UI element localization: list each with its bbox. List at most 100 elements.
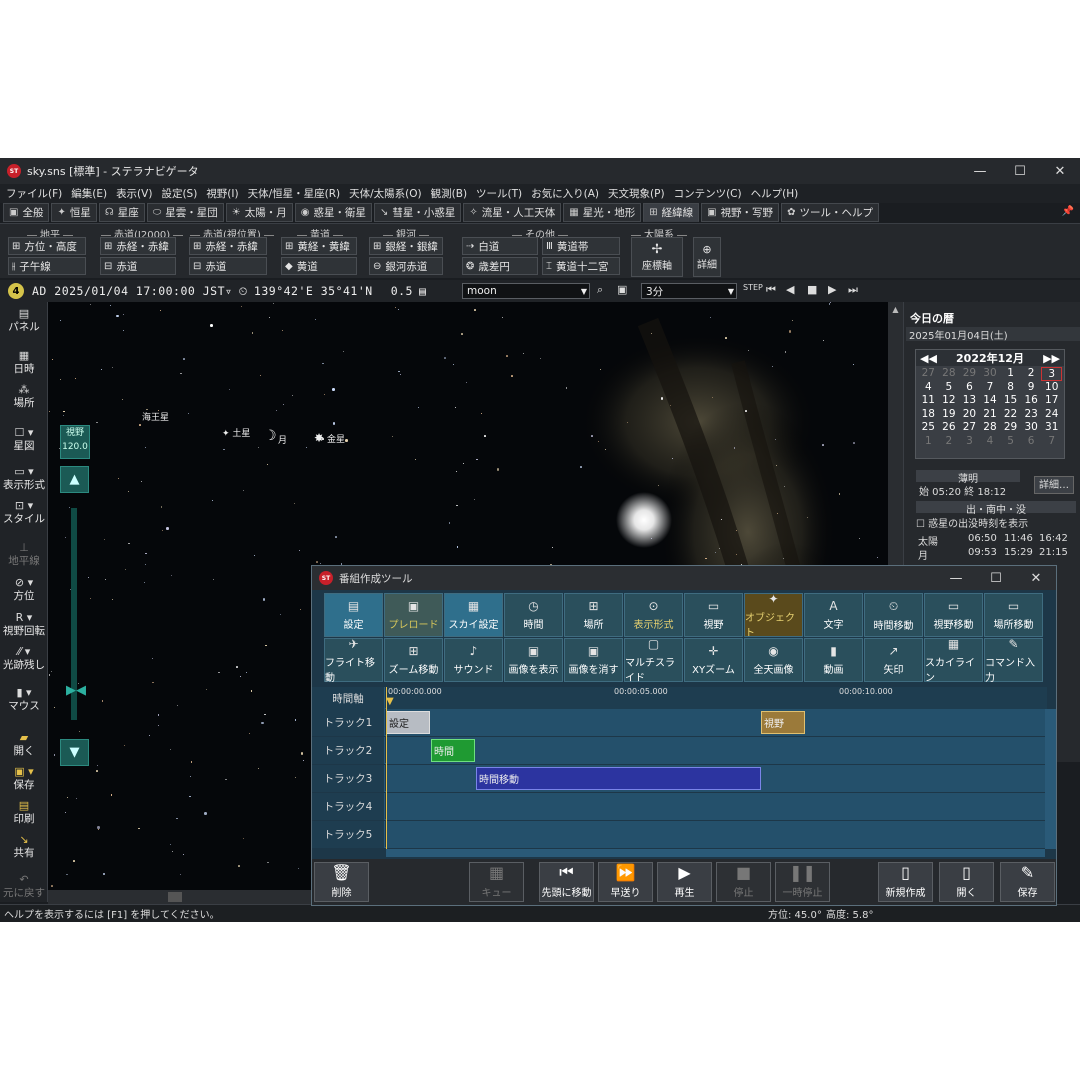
star-chart-button[interactable]: ☐ ▾ 星図 [0, 427, 48, 453]
calendar-day[interactable]: 4 [918, 381, 939, 395]
menu-tools[interactable]: ツール(T) [476, 186, 522, 201]
calendar-day[interactable]: 18 [918, 408, 939, 422]
calendar-day[interactable]: 21 [980, 408, 1001, 422]
calendar-day[interactable]: 28 [980, 421, 1001, 435]
palette-display-format-button[interactable]: ⊙ 表示形式 [624, 593, 683, 637]
palette-video-button[interactable]: ▮ 動画 [804, 638, 863, 682]
fov-rotate-button[interactable]: R ▾ 視野回転 [0, 612, 48, 638]
save-button[interactable]: ▣ ▾ 保存 [0, 766, 48, 792]
track-lane[interactable]: 設定 視野 [386, 709, 1047, 736]
clock-icon[interactable]: ⏲ [238, 284, 247, 299]
palette-skyline-button[interactable]: ▦ スカイライン [924, 637, 983, 684]
calendar-day[interactable]: 13 [959, 394, 980, 408]
white-way-button[interactable]: ⇢ 白道 [462, 237, 538, 255]
style-button[interactable]: ⊡ ▾ スタイル [0, 500, 48, 526]
palette-location-button[interactable]: ⊞ 場所 [564, 593, 623, 637]
palette-preload-button[interactable]: ▣ プレロード [384, 593, 443, 637]
ra-dec-apparent-button[interactable]: ⊞ 赤経・赤緯 [189, 237, 267, 255]
calendar-day[interactable]: 17 [1041, 394, 1062, 408]
calendar-day[interactable]: 5 [939, 381, 960, 395]
tab-constellations[interactable]: ☊ 星座 [98, 203, 145, 222]
calendar-day[interactable]: 29 [1000, 421, 1021, 435]
calendar-day[interactable]: 27 [918, 367, 939, 381]
fov-slider-thumb[interactable]: ▶◀ [58, 682, 94, 698]
calendar-day[interactable]: 4 [980, 435, 1001, 449]
timeline-vertical-scrollbar[interactable] [1045, 709, 1056, 849]
calendar-day[interactable]: 1 [918, 435, 939, 449]
display-format-button[interactable]: ▭ ▾ 表示形式 [0, 466, 48, 492]
calendar-day[interactable]: 14 [980, 394, 1001, 408]
menu-observe[interactable]: 観測(B) [431, 186, 467, 201]
fov-block[interactable]: 視野 [761, 711, 805, 734]
tab-planets[interactable]: ◉ 惑星・衛星 [294, 203, 372, 222]
save-button[interactable]: ✎ 保存 [1000, 862, 1055, 902]
calendar-day[interactable]: 31 [1041, 421, 1062, 435]
dialog-minimize-button[interactable]: — [936, 566, 976, 590]
calendar-day[interactable]: 9 [1021, 381, 1042, 395]
step-select[interactable]: 3分 ▼ [641, 283, 737, 299]
calendar-day[interactable]: 1 [1000, 367, 1021, 381]
palette-sky-settings-button[interactable]: ▦ スカイ設定 [444, 593, 503, 637]
calendar-day[interactable]: 30 [1021, 421, 1042, 435]
cue-button[interactable]: ▦ キュー [469, 862, 524, 902]
precession-circle-button[interactable]: ❂ 歳差円 [462, 257, 538, 275]
zoom-out-button[interactable]: ▼ [60, 739, 89, 766]
fast-forward-button[interactable]: ⏩ 早送り [598, 862, 653, 902]
settings-block[interactable]: 設定 [386, 711, 430, 734]
datetime-button[interactable]: ▦ 日時 [0, 350, 48, 376]
calendar-day[interactable]: 27 [959, 421, 980, 435]
calendar-day[interactable]: 6 [1021, 435, 1042, 449]
tab-field-of-view[interactable]: ▣ 視野・写野 [701, 203, 780, 222]
calendar-day[interactable]: 15 [1000, 394, 1021, 408]
print-button[interactable]: ▤ 印刷 [0, 800, 48, 826]
palette-object-button[interactable]: ✦ オブジェクト [744, 592, 803, 639]
menu-view[interactable]: 表示(V) [116, 186, 152, 201]
detail-button[interactable]: ⊕ 詳細 [693, 237, 721, 277]
calendar-day[interactable]: 20 [959, 408, 980, 422]
zoom-in-button[interactable]: ▲ [60, 466, 89, 493]
magnitude-display[interactable]: 0.5 [391, 284, 413, 298]
search-input[interactable]: moon ▼ [462, 283, 590, 299]
palette-flight-move-button[interactable]: ✈ フライト移動 [324, 637, 383, 684]
minimize-button[interactable]: — [960, 158, 1000, 184]
calendar-day[interactable]: 28 [939, 367, 960, 381]
tab-stars[interactable]: ✦ 恒星 [51, 203, 97, 222]
delete-button[interactable]: 🗑 削除 [314, 862, 369, 902]
palette-fov-button[interactable]: ▭ 視野 [684, 593, 743, 637]
palette-arrow-button[interactable]: ↗ 矢印 [864, 638, 923, 682]
to-start-button[interactable]: ⏮ 先頭に移動 [539, 862, 594, 902]
detail-button[interactable]: 詳細… [1034, 476, 1074, 494]
calendar-day[interactable]: 23 [1021, 408, 1042, 422]
menu-fov[interactable]: 視野(I) [206, 186, 238, 201]
target-icon[interactable]: ▣ [617, 283, 627, 296]
calendar-day[interactable]: 12 [939, 394, 960, 408]
calendar-day[interactable]: 2 [1021, 367, 1042, 381]
palette-fov-move-button[interactable]: ▭ 視野移動 [924, 593, 983, 637]
step-mode-icon[interactable]: STEP [743, 283, 763, 292]
palette-location-move-button[interactable]: ▭ 場所移動 [984, 593, 1043, 637]
galactic-equator-button[interactable]: ⊖ 銀河赤道 [369, 257, 443, 275]
ecliptic-button[interactable]: ◆ 黄道 [281, 257, 357, 275]
palette-zoom-move-button[interactable]: ⊞ ズーム移動 [384, 638, 443, 682]
tab-meteors[interactable]: ✧ 流星・人工天体 [463, 203, 562, 222]
tab-sun-moon[interactable]: ☀ 太陽・月 [225, 203, 293, 222]
direction-button[interactable]: ⊘ ▾ 方位 [0, 577, 48, 603]
playhead-icon[interactable]: ▼ [386, 696, 394, 707]
prev-year-icon[interactable]: ◀◀ [920, 352, 937, 365]
calendar-day[interactable]: 24 [1041, 408, 1062, 422]
calendar-day[interactable]: 2 [939, 435, 960, 449]
open-button[interactable]: ▰ 開く [0, 732, 48, 758]
calendar-day[interactable]: 30 [980, 367, 1001, 381]
equator-j2000-button[interactable]: ⊟ 赤道 [100, 257, 176, 275]
palette-command-input-button[interactable]: ✎ コマンド入力 [984, 637, 1043, 684]
calendar-day[interactable]: 7 [980, 381, 1001, 395]
mouse-button[interactable]: ▮ ▾ マウス [0, 687, 48, 713]
close-button[interactable]: ✕ [1040, 158, 1080, 184]
play-button[interactable]: ▶ 再生 [657, 862, 712, 902]
menu-contents[interactable]: コンテンツ(C) [674, 186, 742, 201]
datetime-display[interactable]: AD 2025/01/04 17:00:00 JST▿ [32, 284, 232, 298]
moon-icon[interactable]: ☽ [264, 428, 277, 444]
undo-button[interactable]: ↶ 元に戻す [0, 874, 48, 900]
palette-hide-image-button[interactable]: ▣ 画像を消す [564, 638, 623, 682]
menu-file[interactable]: ファイル(F) [6, 186, 62, 201]
